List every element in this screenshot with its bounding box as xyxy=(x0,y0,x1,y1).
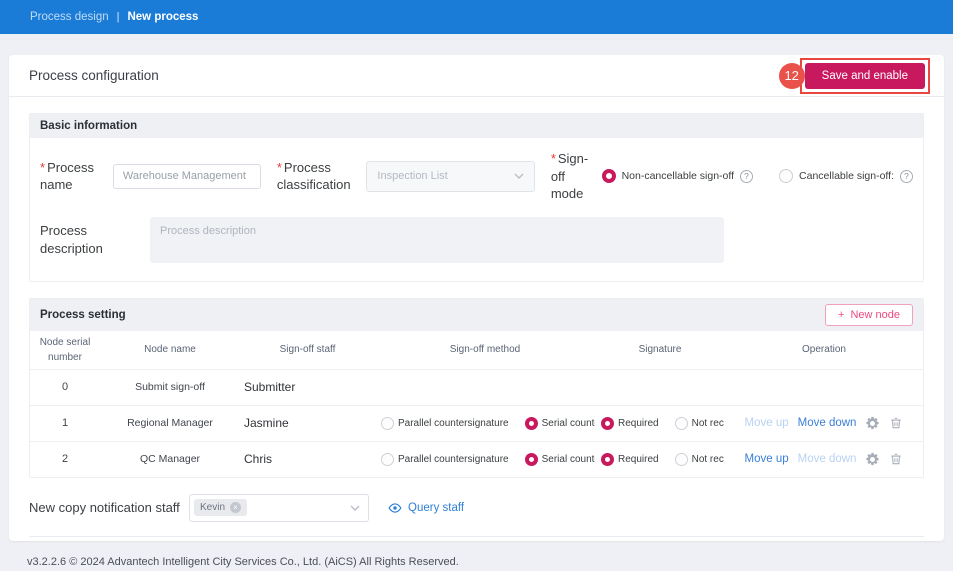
node-name: QC Manager xyxy=(100,453,240,465)
process-setting-section: Process setting + New node Node serial n… xyxy=(29,298,924,478)
breadcrumb-separator: | xyxy=(117,11,120,23)
required-mark: * xyxy=(277,160,282,175)
annotation-step-badge: 12 xyxy=(779,63,805,89)
serial-countersignature-radio[interactable] xyxy=(525,417,538,430)
eye-icon xyxy=(387,501,403,515)
signature-required-radio[interactable] xyxy=(601,453,614,466)
process-classification-label: *Process classification xyxy=(277,159,359,194)
sign-off-method-cell: Parallel countersignature Serial counte xyxy=(375,453,595,466)
sign-off-mode-option-cancellable: Cancellable sign-off: ? xyxy=(779,169,913,183)
help-icon[interactable]: ? xyxy=(740,170,753,183)
column-node-serial-number: Node serial number xyxy=(30,331,100,369)
trash-icon[interactable] xyxy=(889,452,903,466)
help-icon[interactable]: ? xyxy=(900,170,913,183)
cancellable-radio[interactable] xyxy=(779,169,793,183)
annotation-highlight-box: Save and enable xyxy=(800,58,930,94)
sign-off-staff: Jasmine xyxy=(240,416,375,430)
signature-cell: Required Not rec xyxy=(595,453,725,466)
process-setting-header: Process setting + New node xyxy=(30,299,923,331)
copy-notification-label: New copy notification staff xyxy=(29,500,189,515)
sign-off-staff: Submitter xyxy=(240,380,375,394)
basic-info-row-2: Process description xyxy=(30,211,923,281)
gear-icon[interactable] xyxy=(865,416,880,431)
parallel-countersignature-radio[interactable] xyxy=(381,417,394,430)
query-staff-link[interactable]: Query staff xyxy=(387,501,464,515)
breadcrumb-process-design[interactable]: Process design xyxy=(30,11,109,23)
sign-off-staff: Chris xyxy=(240,452,375,466)
operation-cell: Move up Move down xyxy=(725,416,923,431)
node-name: Regional Manager xyxy=(100,417,240,429)
non-cancellable-radio[interactable] xyxy=(602,169,616,183)
column-sign-off-method: Sign-off method xyxy=(375,338,595,361)
column-node-name: Node name xyxy=(100,338,240,361)
save-area: 12 Save and enable xyxy=(779,58,930,94)
process-name-label: *Process name xyxy=(40,159,105,194)
sign-off-mode-option-non-cancellable: Non-cancellable sign-off ? xyxy=(602,169,753,183)
new-node-button[interactable]: + New node xyxy=(825,304,913,326)
bottom-divider xyxy=(29,536,924,537)
footer-copyright: v3.2.2.6 © 2024 Advantech Intelligent Ci… xyxy=(27,556,459,568)
serial-countersignature-radio[interactable] xyxy=(525,453,538,466)
basic-info-row-1: *Process name *Process classification In… xyxy=(30,138,923,211)
node-serial: 2 xyxy=(30,453,100,465)
trash-icon[interactable] xyxy=(889,416,903,430)
move-up-link[interactable]: Move up xyxy=(745,453,789,465)
cancellable-label: Cancellable sign-off: xyxy=(799,170,894,182)
process-name-input[interactable] xyxy=(113,164,261,189)
node-name: Submit sign-off xyxy=(100,381,240,393)
sign-off-method-cell: Parallel countersignature Serial counte xyxy=(375,417,595,430)
node-serial: 0 xyxy=(30,381,100,393)
sign-off-mode-label: *Sign-off mode xyxy=(551,150,592,203)
chevron-down-icon xyxy=(514,173,524,179)
signature-not-required-radio[interactable] xyxy=(675,417,688,430)
process-description-textarea[interactable] xyxy=(150,217,724,263)
signature-required-radio[interactable] xyxy=(601,417,614,430)
signature-cell: Required Not rec xyxy=(595,417,725,430)
node-serial: 1 xyxy=(30,417,100,429)
process-classification-value: Inspection List xyxy=(377,170,447,182)
page-title: Process configuration xyxy=(29,68,159,83)
save-and-enable-button[interactable]: Save and enable xyxy=(805,63,925,89)
gear-icon[interactable] xyxy=(865,452,880,467)
column-sign-off-staff: Sign-off staff xyxy=(240,338,375,361)
operation-cell: Move up Move down xyxy=(725,452,923,467)
copy-notification-select[interactable]: Kevin × xyxy=(189,494,369,522)
table-row: 0 Submit sign-off Submitter xyxy=(30,369,923,405)
table-row: 2 QC Manager Chris Parallel countersigna… xyxy=(30,441,923,477)
move-down-link[interactable]: Move down xyxy=(798,417,857,429)
signature-not-required-radio[interactable] xyxy=(675,453,688,466)
move-up-link[interactable]: Move up xyxy=(745,417,789,429)
tag-close-icon[interactable]: × xyxy=(230,502,241,513)
table-row: 1 Regional Manager Jasmine Parallel coun… xyxy=(30,405,923,441)
required-mark: * xyxy=(40,160,45,175)
non-cancellable-label: Non-cancellable sign-off xyxy=(622,170,734,182)
plus-icon: + xyxy=(838,309,844,321)
card-header: Process configuration 12 Save and enable xyxy=(9,55,944,97)
column-signature: Signature xyxy=(595,338,725,361)
breadcrumb-new-process: New process xyxy=(127,11,198,23)
top-navigation-bar: Process design | New process xyxy=(0,0,953,34)
basic-information-header: Basic information xyxy=(30,114,923,138)
process-setting-title: Process setting xyxy=(40,309,126,321)
staff-tag-kevin: Kevin × xyxy=(194,499,247,516)
process-description-label: Process description xyxy=(40,222,150,257)
table-header-row: Node serial number Node name Sign-off st… xyxy=(30,331,923,369)
chevron-down-icon xyxy=(350,505,360,511)
required-mark: * xyxy=(551,151,556,166)
copy-notification-row: New copy notification staff Kevin × Quer… xyxy=(9,478,944,536)
move-down-link[interactable]: Move down xyxy=(798,453,857,465)
basic-information-title: Basic information xyxy=(40,120,137,132)
process-classification-select[interactable]: Inspection List xyxy=(366,161,534,192)
column-operation: Operation xyxy=(725,338,923,361)
basic-information-section: Basic information *Process name *Process… xyxy=(29,113,924,282)
parallel-countersignature-radio[interactable] xyxy=(381,453,394,466)
process-configuration-card: Process configuration 12 Save and enable… xyxy=(9,55,944,541)
